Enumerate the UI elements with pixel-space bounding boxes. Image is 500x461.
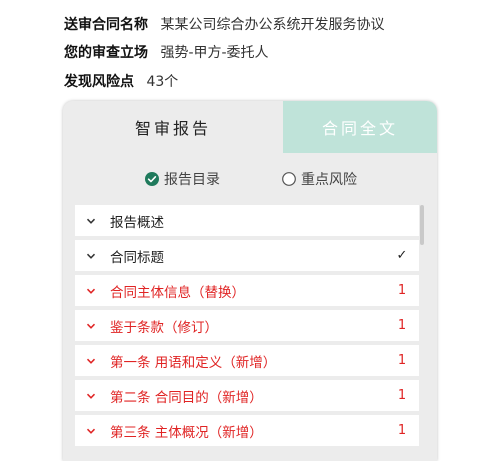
list-item-contract-title[interactable]: 合同标题 ✓: [75, 240, 419, 271]
list-item-article-1[interactable]: 第一条 用语和定义（新增） 1: [75, 345, 419, 376]
risk-count-label: 发现风险点: [64, 74, 134, 90]
list-item-article-2[interactable]: 第二条 合同目的（新增） 1: [75, 380, 419, 411]
list-item-label: 报告概述: [110, 214, 164, 231]
chevron-down-icon: [85, 390, 97, 402]
chevron-down-icon: [85, 355, 97, 367]
list-item-report-overview[interactable]: 报告概述: [75, 205, 419, 236]
radio-checked-icon: [145, 172, 159, 186]
chevron-down-icon: [85, 250, 97, 262]
risk-count-row: 发现风险点 43个: [64, 72, 178, 92]
risk-count-badge: 1: [397, 283, 407, 298]
list-item-article-3[interactable]: 第三条 主体概况（新增） 1: [75, 415, 419, 446]
list-item-label: 第二条 合同目的（新增）: [110, 389, 263, 406]
radio-key-risks-label: 重点风险: [301, 172, 357, 188]
tab-smart-report[interactable]: 智审报告: [63, 101, 283, 153]
list-item-label: 第一条 用语和定义（新增）: [110, 354, 277, 371]
risk-count-badge: 1: [397, 318, 407, 333]
contract-name-value: 某某公司综合办公系统开发服务协议: [160, 17, 385, 33]
contract-name-row: 送审合同名称 某某公司综合办公系统开发服务协议: [64, 15, 384, 35]
check-icon: ✓: [396, 248, 408, 263]
risk-count-badge: 1: [397, 423, 407, 438]
list-item-label: 合同主体信息（替换）: [110, 284, 245, 301]
risk-count-value: 43个: [146, 74, 179, 90]
chevron-down-icon: [85, 425, 97, 437]
scrollbar-thumb[interactable]: [420, 205, 424, 245]
contract-name-label: 送审合同名称: [64, 17, 148, 33]
risk-count-badge: 1: [397, 388, 407, 403]
report-panel: 智审报告 合同全文 报告目录 重点风险 报告概述 合同标题 ✓ 合同主体信息（替…: [63, 101, 437, 461]
chevron-down-icon: [85, 320, 97, 332]
radio-report-outline[interactable]: 报告目录: [145, 169, 220, 189]
tab-bar: 智审报告 合同全文: [63, 101, 437, 153]
review-stance-row: 您的审查立场 强势-甲方-委托人: [64, 43, 269, 63]
radio-report-outline-label: 报告目录: [164, 172, 220, 188]
radio-key-risks[interactable]: 重点风险: [282, 169, 357, 189]
list-item-contract-party-info[interactable]: 合同主体信息（替换） 1: [75, 275, 419, 306]
radio-unchecked-icon: [282, 172, 296, 186]
chevron-down-icon: [85, 285, 97, 297]
list-scrollbar[interactable]: [419, 205, 425, 453]
tab-contract-fulltext[interactable]: 合同全文: [283, 101, 437, 153]
list-item-label: 鉴于条款（修订）: [110, 319, 218, 336]
list-item-whereas-clause[interactable]: 鉴于条款（修订） 1: [75, 310, 419, 341]
list-item-label: 合同标题: [110, 249, 164, 266]
chevron-down-icon: [85, 215, 97, 227]
risk-count-badge: 1: [397, 353, 407, 368]
review-stance-value: 强势-甲方-委托人: [160, 45, 269, 61]
list-item-label: 第三条 主体概况（新增）: [110, 424, 263, 441]
review-stance-label: 您的审查立场: [64, 45, 148, 61]
